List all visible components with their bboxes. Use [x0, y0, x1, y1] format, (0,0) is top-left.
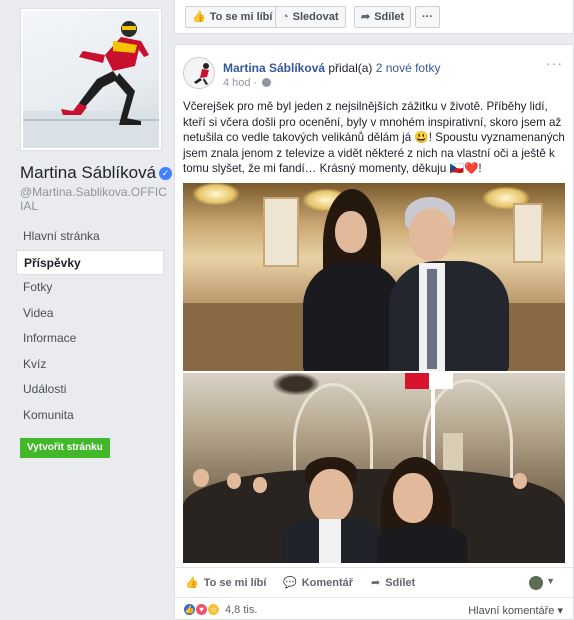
crowd-face — [513, 473, 527, 489]
page-nav: Hlavní stránka Příspěvky Fotky Videa Inf… — [16, 224, 164, 428]
author-avatar[interactable] — [183, 57, 215, 89]
post-photo-1[interactable] — [183, 183, 565, 371]
page-like-label: To se mi líbí — [209, 11, 273, 23]
profile-photo[interactable] — [20, 8, 162, 151]
crowd-face — [227, 473, 241, 489]
post-comment-button[interactable]: 💬 Komentář — [283, 576, 353, 589]
man-face — [409, 209, 453, 261]
flag — [405, 373, 429, 389]
post-author-line: Martina Sáblíková přidal(a) 2 nové fotky — [223, 61, 440, 75]
follow-button[interactable]: ◔ Sledovat — [275, 6, 346, 28]
post-actions: 👍 To se mi líbí 💬 Komentář ➦ Sdílet ▼ — [175, 567, 573, 597]
palace-window — [513, 203, 543, 263]
speed-skater-illustration — [23, 21, 159, 148]
post-author-name[interactable]: Martina Sáblíková — [223, 61, 325, 75]
man-shirt — [319, 519, 341, 563]
share-arrow-icon: ➦ — [371, 577, 381, 589]
page-handle[interactable]: @Martina.Sablikova.OFFICIAL — [20, 185, 168, 213]
post-like-button[interactable]: 👍 To se mi líbí — [185, 576, 266, 589]
page-share-label: Sdílet — [374, 11, 405, 23]
crowd-face — [253, 477, 267, 493]
post-text: Včerejšek pro mě byl jeden z nejsilnější… — [183, 100, 565, 176]
nav-item-home[interactable]: Hlavní stránka — [16, 224, 164, 250]
speech-bubble-icon: 💬 — [283, 577, 297, 589]
woman-face — [393, 473, 433, 523]
page-share-button[interactable]: ➦ Sdílet — [354, 6, 412, 28]
crowd-face — [193, 469, 209, 487]
post-like-label: To se mi líbí — [203, 577, 267, 589]
nav-item-posts[interactable]: Příspěvky — [16, 249, 164, 275]
follow-label: Sledovat — [292, 11, 339, 23]
light-beam — [431, 385, 435, 475]
page-name[interactable]: Martina Sáblíková ✓ — [20, 163, 173, 183]
post-comment-label: Komentář — [301, 577, 354, 589]
new-photos-link[interactable]: 2 nové fotky — [376, 61, 441, 75]
thumbs-up-icon: 👍 — [192, 11, 206, 23]
comments-filter-dropdown[interactable]: Hlavní komentáře ▾ — [468, 604, 563, 617]
chevron-down-icon[interactable]: ▼ — [546, 576, 555, 586]
post-photo-2[interactable] — [183, 373, 565, 563]
nav-item-photos[interactable]: Fotky — [16, 275, 164, 301]
post-menu-button[interactable]: ··· — [546, 55, 563, 71]
nav-item-community[interactable]: Komunita — [16, 403, 164, 429]
woman-dress — [377, 525, 467, 563]
share-arrow-icon: ➦ — [361, 11, 371, 23]
nav-item-events[interactable]: Události — [16, 377, 164, 403]
nav-item-quiz[interactable]: Kvíz — [16, 352, 164, 378]
man-face — [309, 469, 353, 523]
post-share-label: Sdílet — [385, 577, 416, 589]
share-as-avatar[interactable] — [529, 576, 543, 590]
woman-dress — [303, 263, 403, 371]
reaction-count[interactable]: 4,8 tis. — [225, 604, 257, 616]
post-card: Martina Sáblíková přidal(a) 2 nové fotky… — [174, 44, 574, 620]
create-page-button[interactable]: Vytvořit stránku — [20, 438, 110, 458]
thumbs-up-icon: 👍 — [185, 577, 199, 589]
chandelier — [273, 373, 319, 395]
verified-badge-icon: ✓ — [159, 167, 173, 180]
rss-icon: ◔ — [282, 11, 289, 23]
page-action-bar: 👍 To se mi líbí ◔ Sledovat ➦ Sdílet ··· — [174, 0, 574, 34]
left-column: Martina Sáblíková ✓ @Martina.Sablikova.OF… — [0, 0, 173, 620]
more-options-button[interactable]: ··· — [415, 6, 440, 28]
post-meta: 4 hod · — [223, 77, 272, 89]
man-tie — [427, 269, 437, 369]
man-suit — [389, 261, 509, 371]
reactions-bar: 👍 ♥ ○ 4,8 tis. Hlavní komentáře ▾ — [175, 597, 573, 620]
post-verb: přidal(a) — [325, 61, 376, 75]
woman-face — [335, 211, 367, 253]
wow-reaction-icon[interactable]: ○ — [207, 603, 220, 616]
nav-item-about[interactable]: Informace — [16, 326, 164, 352]
page-name-text[interactable]: Martina Sáblíková — [20, 163, 156, 182]
post-timestamp[interactable]: 4 hod — [223, 77, 251, 89]
globe-icon — [262, 78, 272, 87]
palace-doorway — [263, 197, 299, 267]
post-share-button[interactable]: ➦ Sdílet — [371, 576, 415, 589]
avatar-skater-icon — [184, 58, 214, 88]
page-like-button[interactable]: 👍 To se mi líbí — [185, 6, 280, 28]
chandelier — [193, 183, 239, 205]
nav-item-videos[interactable]: Videa — [16, 301, 164, 327]
